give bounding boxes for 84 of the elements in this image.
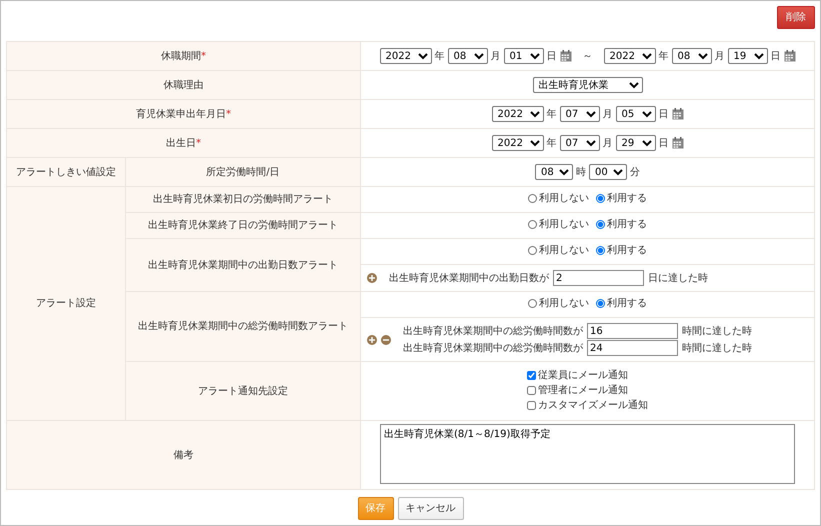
radio-button[interactable]	[596, 194, 605, 203]
field-label: 備考	[174, 450, 194, 460]
year-select[interactable]: 2022	[492, 135, 544, 151]
field-label: 所定労働時間/日	[206, 166, 280, 178]
unit-label: 日	[658, 136, 668, 150]
option-label: 利用しない	[539, 192, 589, 206]
radio-button[interactable]	[596, 246, 605, 255]
condition-suffix: 時間に達した時	[682, 342, 752, 356]
month-select[interactable]: 07	[560, 106, 600, 122]
condition-label: 出生時育児休業期間中の総労働時間数が	[403, 324, 583, 338]
month-select[interactable]: 08	[672, 48, 712, 64]
condition-label: 出生時育児休業期間中の出勤日数が	[389, 272, 549, 286]
radio-button[interactable]	[528, 299, 537, 308]
calendar-icon[interactable]	[560, 50, 572, 62]
option-label: 利用しない	[539, 218, 589, 232]
unit-label: 年	[546, 108, 556, 122]
option-label: 利用する	[607, 296, 647, 311]
year-select[interactable]: 2022	[492, 106, 544, 122]
unit-label: 時	[576, 166, 586, 180]
unit-label: 年	[546, 136, 556, 150]
calendar-icon[interactable]	[672, 137, 684, 149]
checkbox[interactable]	[527, 371, 536, 380]
condition-suffix: 日に達した時	[648, 272, 708, 286]
number-input[interactable]: 2	[553, 270, 644, 286]
day-select[interactable]: 05	[616, 106, 656, 122]
field-label: 出生日*	[166, 138, 201, 148]
field-label: アラートしきい値設定	[16, 166, 116, 178]
unit-label: 年	[434, 50, 444, 64]
field-label: アラート通知先設定	[198, 386, 288, 396]
checkbox-label: 管理者にメール通知	[538, 384, 628, 398]
option-label: 利用しない	[539, 296, 589, 311]
option-label: 利用する	[607, 244, 647, 258]
minute-select[interactable]: 00	[589, 164, 627, 180]
field-label: アラート設定	[36, 298, 96, 309]
unit-label: 日	[546, 50, 556, 64]
checkbox-label: カスタマイズメール通知	[538, 398, 648, 413]
field-label: 出生時育児休業期間中の総労働時間数アラート	[138, 321, 348, 332]
add-icon[interactable]	[367, 273, 377, 283]
radio-button[interactable]	[596, 220, 605, 229]
hour-select[interactable]: 08	[535, 164, 573, 180]
month-select[interactable]: 07	[560, 135, 600, 151]
year-select[interactable]: 2022	[380, 48, 432, 64]
unit-label: 年	[658, 50, 668, 64]
field-label: 休職期間*	[161, 50, 206, 62]
radio-button[interactable]	[528, 246, 537, 255]
unit-label: 月	[602, 136, 612, 150]
checkbox[interactable]	[527, 401, 536, 410]
year-select[interactable]: 2022	[604, 48, 656, 64]
number-input[interactable]: 24	[587, 340, 678, 356]
field-label: 出生時育児休業初日の労働時間アラート	[152, 194, 333, 205]
unit-label: 日	[770, 50, 780, 64]
range-separator: ～	[582, 50, 592, 64]
option-label: 利用しない	[539, 244, 589, 258]
day-select[interactable]: 01	[504, 48, 544, 64]
remarks-field[interactable]: 出生時育児休業(8/1～8/19)取得予定	[380, 424, 795, 484]
add-icon[interactable]	[367, 334, 377, 344]
month-select[interactable]: 08	[448, 48, 488, 64]
radio-button[interactable]	[528, 220, 537, 229]
unit-label: 月	[490, 50, 500, 64]
condition-suffix: 時間に達した時	[682, 324, 752, 338]
cancel-button[interactable]: キャンセル	[398, 497, 464, 520]
number-input[interactable]: 16	[587, 323, 678, 339]
day-select[interactable]: 19	[728, 48, 768, 64]
reason-select[interactable]: 出生時育児休業	[532, 77, 642, 93]
checkbox-label: 従業員にメール通知	[538, 368, 628, 383]
field-label: 休職理由	[164, 80, 204, 90]
unit-label: 分	[630, 166, 640, 180]
condition-label: 出生時育児休業期間中の総労働時間数が	[403, 342, 583, 356]
calendar-icon[interactable]	[784, 50, 796, 62]
field-label: 出生時育児休業終了日の労働時間アラート	[148, 220, 338, 231]
field-label: 出生時育児休業期間中の出勤日数アラート	[148, 260, 338, 270]
day-select[interactable]: 29	[616, 135, 656, 151]
option-label: 利用する	[607, 192, 647, 206]
radio-button[interactable]	[528, 194, 537, 203]
checkbox[interactable]	[527, 386, 536, 395]
delete-button[interactable]: 削除	[777, 6, 815, 29]
remove-icon[interactable]	[381, 334, 391, 344]
option-label: 利用する	[607, 218, 647, 232]
calendar-icon[interactable]	[672, 108, 684, 120]
field-label: 育児休業申出年月日*	[136, 108, 231, 120]
unit-label: 月	[714, 50, 724, 64]
radio-button[interactable]	[596, 299, 605, 308]
unit-label: 月	[602, 108, 612, 122]
unit-label: 日	[658, 108, 668, 122]
